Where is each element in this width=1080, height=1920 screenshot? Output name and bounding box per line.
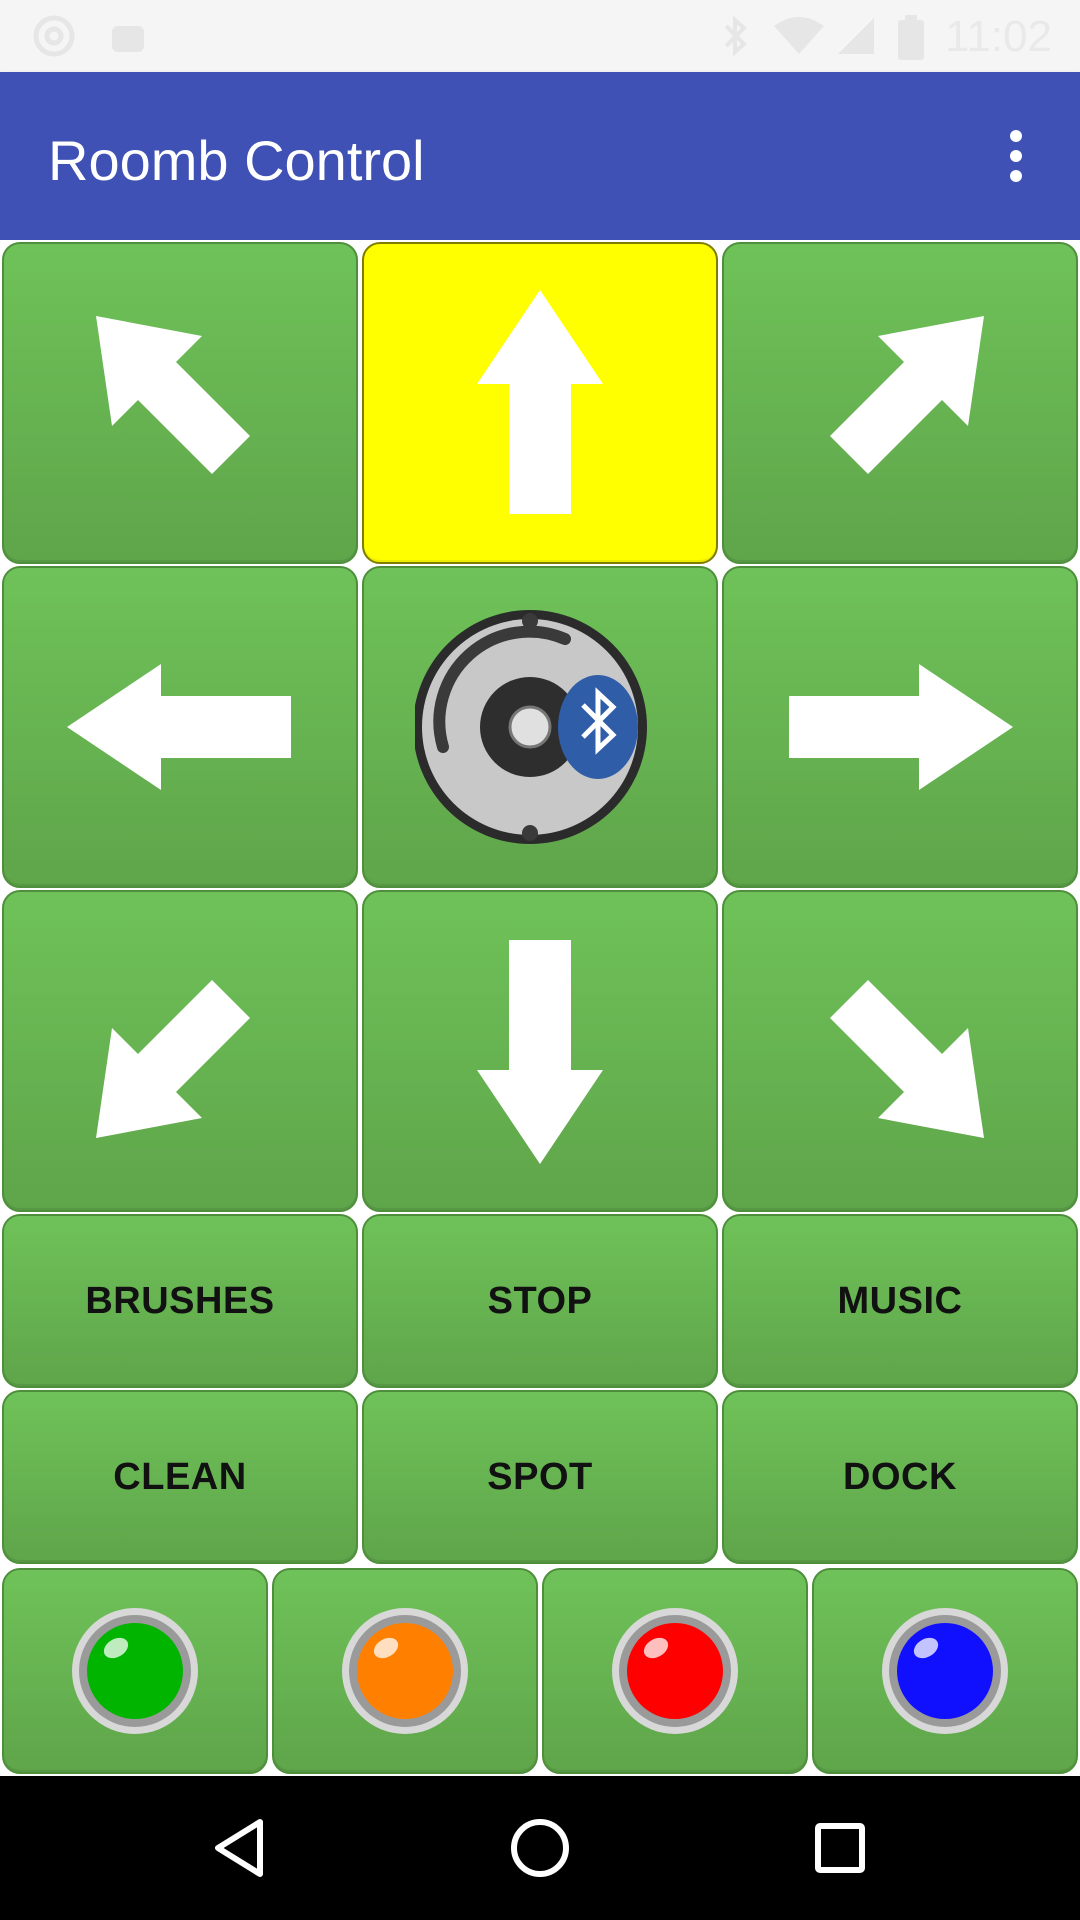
led-orange-button[interactable] xyxy=(272,1568,538,1774)
status-bar: 11:02 xyxy=(0,0,1080,72)
app-title: Roomb Control xyxy=(48,129,425,192)
music-button[interactable]: MUSIC xyxy=(722,1214,1078,1388)
led-red-button[interactable] xyxy=(542,1568,808,1774)
roomba-bluetooth-icon xyxy=(415,610,647,844)
arrow-up-right-icon xyxy=(830,316,984,474)
spot-button[interactable]: SPOT xyxy=(362,1390,718,1564)
red-led-icon xyxy=(612,1608,738,1734)
back-left-button[interactable] xyxy=(2,890,358,1212)
back-icon[interactable] xyxy=(140,1776,340,1920)
stop-button[interactable]: STOP xyxy=(362,1214,718,1388)
clean-button[interactable]: CLEAN xyxy=(2,1390,358,1564)
recents-icon[interactable] xyxy=(740,1776,940,1920)
cell-signal-icon xyxy=(834,14,878,63)
android-icon xyxy=(106,14,150,63)
arrow-down-icon xyxy=(477,940,603,1164)
forward-button[interactable] xyxy=(362,242,718,564)
back-right-button[interactable] xyxy=(722,890,1078,1212)
arrow-up-icon xyxy=(477,290,603,514)
home-icon[interactable] xyxy=(440,1776,640,1920)
connect-button[interactable] xyxy=(362,566,718,888)
spot-label: SPOT xyxy=(487,1455,593,1498)
clean-label: CLEAN xyxy=(113,1455,247,1498)
right-button[interactable] xyxy=(722,566,1078,888)
overflow-menu-icon[interactable] xyxy=(980,120,1052,192)
dock-button[interactable]: DOCK xyxy=(722,1390,1078,1564)
green-led-icon xyxy=(72,1608,198,1734)
forward-right-button[interactable] xyxy=(722,242,1078,564)
music-label: MUSIC xyxy=(837,1279,963,1322)
orange-led-icon xyxy=(342,1608,468,1734)
at-sign-icon xyxy=(32,14,76,63)
battery-icon xyxy=(896,14,926,67)
app-bar: Roomb Control xyxy=(0,72,1080,240)
arrow-right-icon xyxy=(789,664,1013,790)
control-grid: BRUSHES STOP MUSIC CLEAN SPOT DOCK xyxy=(0,240,1080,1776)
wifi-icon xyxy=(772,14,826,63)
navigation-bar xyxy=(0,1776,1080,1920)
status-time: 11:02 xyxy=(945,12,1052,61)
led-blue-button[interactable] xyxy=(812,1568,1078,1774)
brushes-button[interactable]: BRUSHES xyxy=(2,1214,358,1388)
brushes-label: BRUSHES xyxy=(85,1279,275,1322)
arrow-left-icon xyxy=(67,664,291,790)
arrow-down-right-icon xyxy=(830,980,984,1138)
forward-left-button[interactable] xyxy=(2,242,358,564)
bluetooth-icon xyxy=(718,14,752,63)
arrow-down-left-icon xyxy=(96,980,250,1138)
stop-label: STOP xyxy=(487,1279,593,1322)
left-button[interactable] xyxy=(2,566,358,888)
dock-label: DOCK xyxy=(843,1455,957,1498)
led-green-button[interactable] xyxy=(2,1568,268,1774)
back-button[interactable] xyxy=(362,890,718,1212)
blue-led-icon xyxy=(882,1608,1008,1734)
arrow-up-left-icon xyxy=(96,316,250,474)
